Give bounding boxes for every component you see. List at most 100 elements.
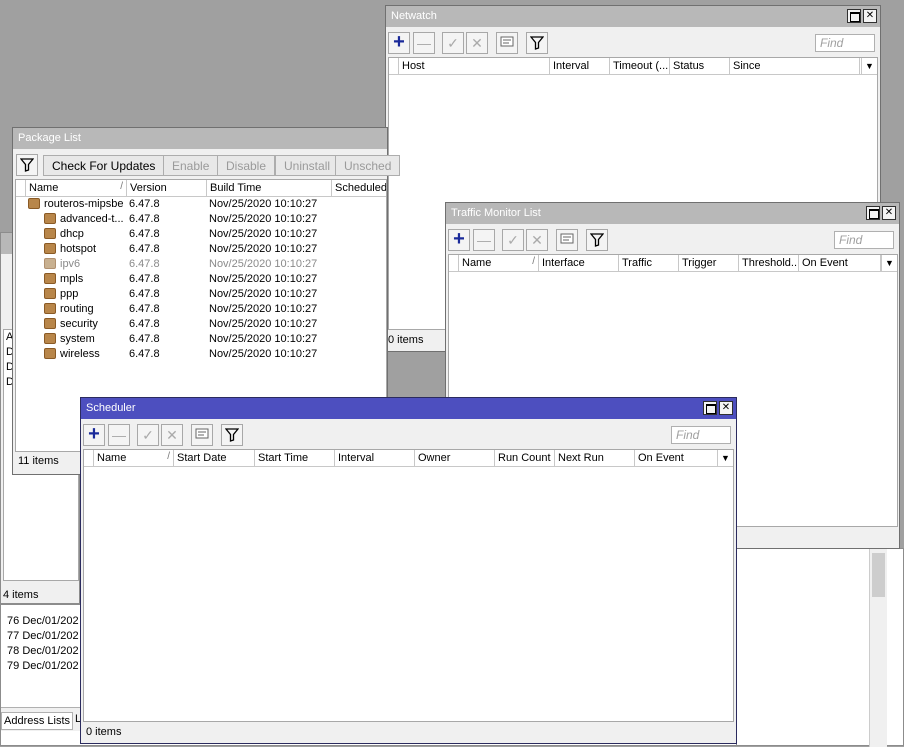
package-name: ipv6	[60, 258, 81, 270]
package-list-toolbar: Check For Updates Enable Disable Uninsta…	[13, 152, 401, 178]
column-start-date[interactable]: Start Date	[174, 450, 255, 467]
uninstall-button[interactable]: Uninstall	[275, 155, 340, 176]
log-row[interactable]: 79 Dec/01/202	[7, 660, 79, 672]
add-button[interactable]: +	[388, 32, 410, 54]
column-traffic[interactable]: Traffic	[619, 255, 679, 272]
package-icon	[28, 198, 40, 209]
column-on-event[interactable]: On Event	[799, 255, 881, 272]
filter-icon	[19, 158, 35, 172]
scrollbar[interactable]	[869, 549, 887, 747]
column-on-event[interactable]: On Event	[635, 450, 718, 467]
log-row[interactable]: 76 Dec/01/202	[7, 615, 79, 627]
filter-button[interactable]	[586, 229, 608, 251]
unschedule-button[interactable]: Unsched	[335, 155, 401, 176]
remove-button[interactable]: —	[108, 424, 130, 446]
comment-button[interactable]	[191, 424, 213, 446]
comment-button[interactable]	[556, 229, 578, 251]
table-row[interactable]: routing 6.47.8 Nov/25/2020 10:10:27	[16, 302, 386, 317]
enable-button[interactable]: ✓	[502, 229, 524, 251]
package-icon	[44, 318, 56, 329]
comment-icon	[560, 233, 574, 244]
table-row[interactable]: dhcp 6.47.8 Nov/25/2020 10:10:27	[16, 227, 386, 242]
table-row[interactable]: system 6.47.8 Nov/25/2020 10:10:27	[16, 332, 386, 347]
column-build-time[interactable]: Build Time	[207, 180, 332, 197]
package-version: 6.47.8	[129, 228, 160, 240]
column-timeout[interactable]: Timeout (...	[610, 58, 670, 75]
column-name[interactable]: Name /	[459, 255, 539, 272]
add-button[interactable]: +	[83, 424, 105, 446]
disable-button[interactable]: ✕	[161, 424, 183, 446]
column-name[interactable]: Name /	[94, 450, 174, 467]
tab-address-lists[interactable]: Address Lists	[1, 712, 74, 730]
traffic-monitor-header: Name / Interface Traffic Trigger Threshol…	[449, 255, 897, 272]
check-for-updates-button[interactable]: Check For Updates	[43, 155, 165, 176]
table-row[interactable]: security 6.47.8 Nov/25/2020 10:10:27	[16, 317, 386, 332]
table-row[interactable]: hotspot 6.47.8 Nov/25/2020 10:10:27	[16, 242, 386, 257]
column-host[interactable]: Host	[399, 58, 550, 75]
find-input[interactable]: Find	[834, 231, 894, 249]
package-list-titlebar[interactable]: Package List	[13, 128, 387, 149]
scheduler-window-controls: ✕	[703, 401, 733, 415]
maximize-icon[interactable]	[866, 206, 880, 220]
table-row[interactable]: routeros-mipsbe 6.47.8 Nov/25/2020 10:10:2…	[16, 197, 386, 212]
disable-button[interactable]: ✕	[526, 229, 548, 251]
package-version: 6.47.8	[129, 333, 160, 345]
column-trigger[interactable]: Trigger	[679, 255, 739, 272]
maximize-icon[interactable]	[703, 401, 717, 415]
column-status[interactable]: Status	[670, 58, 730, 75]
package-name: routeros-mipsbe	[44, 198, 124, 210]
package-icon	[44, 243, 56, 254]
remove-button[interactable]: —	[413, 32, 435, 54]
package-icon	[44, 213, 56, 224]
close-icon[interactable]: ✕	[882, 206, 896, 220]
package-build-time: Nov/25/2020 10:10:27	[209, 288, 318, 300]
column-version[interactable]: Version	[127, 180, 207, 197]
disable-button[interactable]: ✕	[466, 32, 488, 54]
table-row[interactable]: advanced-t... 6.47.8 Nov/25/2020 10:10:27	[16, 212, 386, 227]
traffic-monitor-titlebar[interactable]: Traffic Monitor List	[446, 203, 899, 224]
column-since[interactable]: Since	[730, 58, 860, 75]
filter-button[interactable]	[16, 154, 38, 176]
scheduler-header: Name / Start Date Start Time Interval Own…	[84, 450, 733, 467]
filter-button[interactable]	[526, 32, 548, 54]
traffic-monitor-window-controls: ✕	[866, 206, 896, 220]
log-row[interactable]: 78 Dec/01/202	[7, 645, 79, 657]
maximize-icon[interactable]	[847, 9, 861, 23]
comment-button[interactable]	[496, 32, 518, 54]
chevron-down-icon[interactable]: ▼	[717, 450, 733, 467]
column-scheduled[interactable]: Scheduled	[332, 180, 386, 197]
enable-button[interactable]: ✓	[137, 424, 159, 446]
remove-button[interactable]: —	[473, 229, 495, 251]
column-start-time[interactable]: Start Time	[255, 450, 335, 467]
column-name[interactable]: Name /	[26, 180, 127, 197]
column-run-count[interactable]: Run Count	[495, 450, 555, 467]
scheduler-titlebar[interactable]: Scheduler	[81, 398, 736, 419]
log-row[interactable]: 77 Dec/01/202	[7, 630, 79, 642]
column-interval[interactable]: Interval	[550, 58, 610, 75]
disable-button[interactable]: Disable	[217, 155, 276, 176]
filter-button[interactable]	[221, 424, 243, 446]
table-row[interactable]: wireless 6.47.8 Nov/25/2020 10:10:27	[16, 347, 386, 362]
table-row[interactable]: ipv6 6.47.8 Nov/25/2020 10:10:27	[16, 257, 386, 272]
find-input[interactable]: Find	[671, 426, 731, 444]
column-interval[interactable]: Interval	[335, 450, 415, 467]
table-row[interactable]: ppp 6.47.8 Nov/25/2020 10:10:27	[16, 287, 386, 302]
column-interface[interactable]: Interface	[539, 255, 619, 272]
column-owner[interactable]: Owner	[415, 450, 495, 467]
enable-button[interactable]: ✓	[442, 32, 464, 54]
table-row[interactable]: mpls 6.47.8 Nov/25/2020 10:10:27	[16, 272, 386, 287]
chevron-down-icon[interactable]: ▼	[881, 255, 897, 272]
close-icon[interactable]: ✕	[863, 9, 877, 23]
scrollbar-thumb[interactable]	[872, 553, 885, 597]
netwatch-titlebar[interactable]: Netwatch	[386, 6, 880, 27]
chevron-down-icon[interactable]: ▼	[861, 58, 877, 75]
enable-button[interactable]: Enable	[163, 155, 219, 176]
close-icon[interactable]: ✕	[719, 401, 733, 415]
column-threshold[interactable]: Threshold...	[739, 255, 799, 272]
add-button[interactable]: +	[448, 229, 470, 251]
find-input[interactable]: Find	[815, 34, 875, 52]
column-next-run[interactable]: Next Run	[555, 450, 635, 467]
package-build-time: Nov/25/2020 10:10:27	[209, 258, 318, 270]
sort-icon: /	[120, 181, 123, 192]
package-version: 6.47.8	[129, 198, 160, 210]
